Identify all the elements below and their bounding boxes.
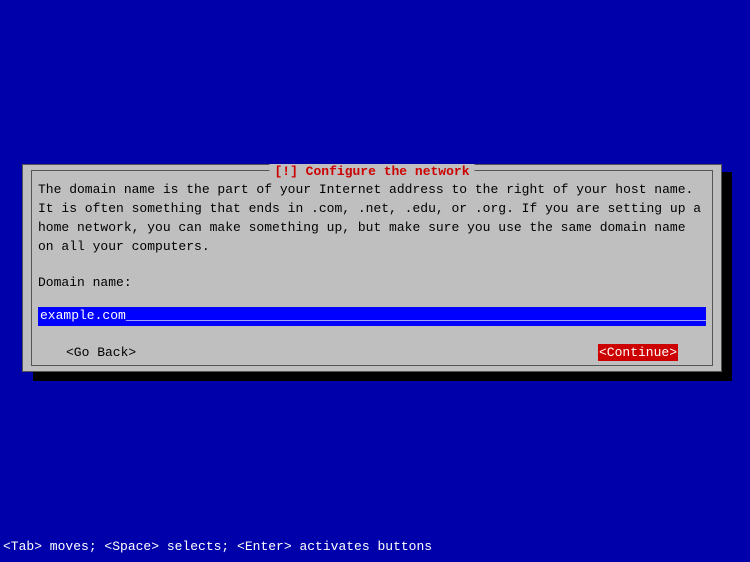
input-value: example.com — [40, 308, 126, 323]
dialog-content: The domain name is the part of your Inte… — [32, 171, 712, 369]
dialog-border: [!] Configure the network The domain nam… — [31, 170, 713, 366]
domain-name-input[interactable]: example.com_____________________________… — [38, 307, 706, 326]
go-back-button[interactable]: <Go Back> — [66, 344, 136, 361]
dialog-description: The domain name is the part of your Inte… — [38, 181, 706, 256]
status-bar: <Tab> moves; <Space> selects; <Enter> ac… — [3, 539, 432, 554]
input-fill: ________________________________________… — [126, 308, 706, 323]
dialog-title: [!] Configure the network — [269, 164, 474, 179]
continue-button[interactable]: <Continue> — [598, 344, 678, 361]
button-row: <Go Back> <Continue> — [38, 344, 706, 361]
configure-network-dialog: [!] Configure the network The domain nam… — [22, 164, 722, 372]
domain-name-label: Domain name: — [38, 274, 706, 293]
